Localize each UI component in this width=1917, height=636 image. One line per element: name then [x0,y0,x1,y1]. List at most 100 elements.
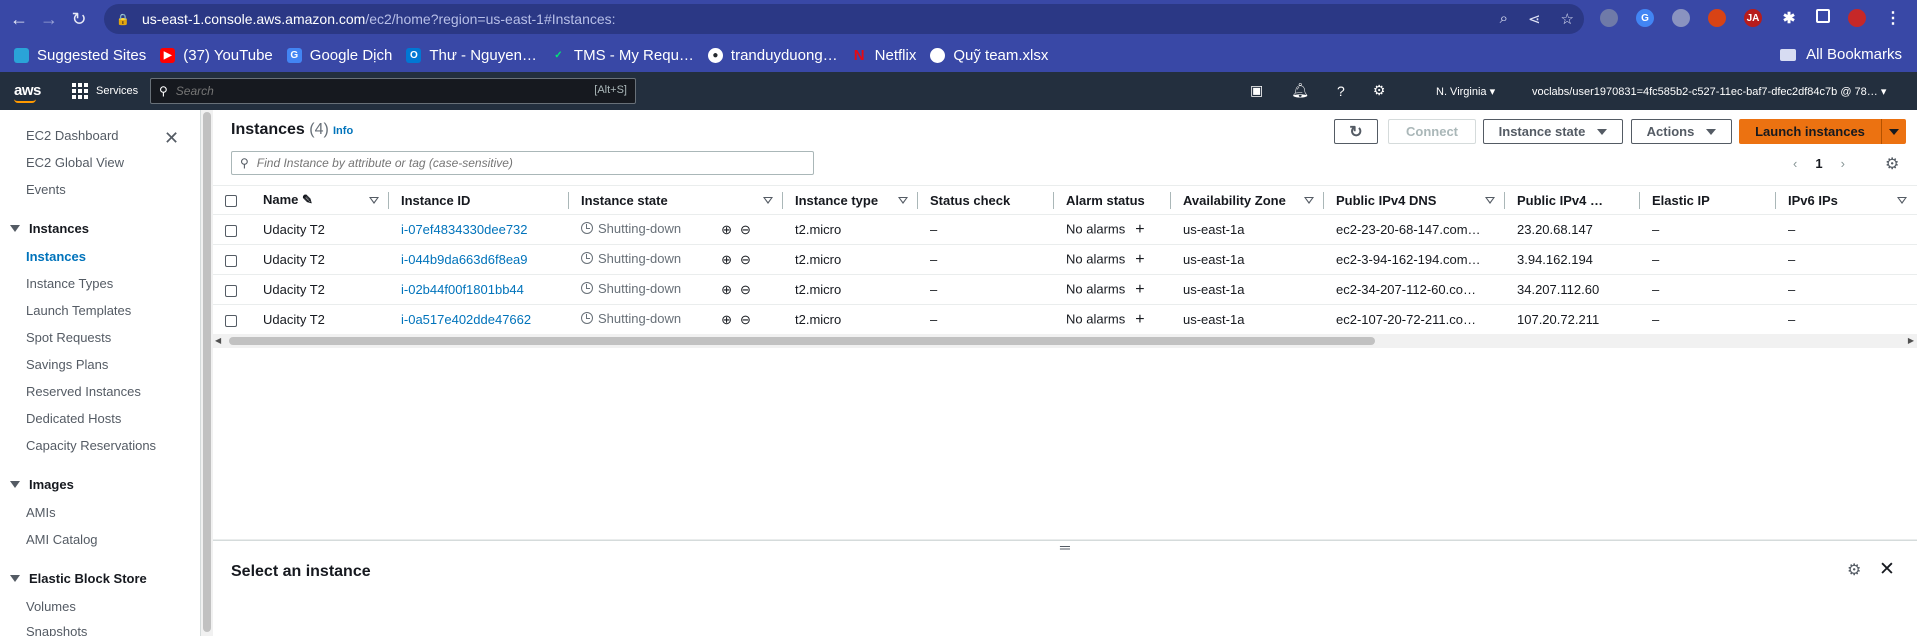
actions-button[interactable]: Actions [1631,119,1732,144]
scroll-right-icon[interactable]: ▶ [1908,336,1914,345]
global-search[interactable]: ⚲ [Alt+S] [150,78,636,104]
search-input[interactable] [175,84,556,98]
table-settings-icon[interactable]: ⚙ [1885,154,1899,174]
zoom-out-icon[interactable]: ⊖ [740,282,751,298]
sidebar-item-launch-templates[interactable]: Launch Templates [26,303,131,318]
services-menu[interactable]: Services [72,83,138,99]
sidebar-item-spot-requests[interactable]: Spot Requests [26,330,111,345]
bookmark-netflix[interactable]: N Netflix [852,47,917,64]
bookmark-github[interactable]: ● tranduyduong… [707,47,838,64]
sidebar-item-volumes[interactable]: Volumes [26,599,76,614]
sidebar-item-ami-catalog[interactable]: AMI Catalog [26,532,98,547]
share-icon[interactable]: ⋖ [1528,10,1541,28]
launch-instances-button[interactable]: Launch instances [1739,119,1881,144]
launch-dropdown-button[interactable] [1881,119,1906,144]
table-row[interactable]: Udacity T2 i-044b9da663d6f8ea9 Shutting-… [213,244,1917,275]
refresh-button[interactable]: ↻ [1334,119,1378,144]
lock-icon[interactable]: 🔒 [116,12,130,26]
add-alarm-icon[interactable]: + [1135,311,1144,329]
table-row[interactable]: Udacity T2 i-02b44f00f1801bb44 Shutting-… [213,274,1917,305]
address-bar[interactable]: 🔒 us-east-1.console.aws.amazon.com/ec2/h… [104,4,1584,34]
horizontal-scrollbar[interactable]: ◀ ▶ [213,334,1917,348]
column-header-instance-type[interactable]: Instance type [783,185,918,215]
column-header-public-ipv4[interactable]: Public IPv4 … [1505,185,1640,215]
edit-icon[interactable]: ✎ [302,192,313,207]
help-icon[interactable]: ? [1337,83,1345,99]
bookmark-quy-team[interactable]: Quỹ team.xlsx [930,47,1048,64]
bookmark-suggested-sites[interactable]: Suggested Sites [14,47,146,64]
table-row[interactable]: Udacity T2 i-0a517e402dde47662 Shutting-… [213,304,1917,335]
sidebar-item-savings-plans[interactable]: Savings Plans [26,357,108,372]
zoom-in-icon[interactable]: ⊕ [721,222,732,238]
sidebar-item-snapshots[interactable]: Snapshots [26,624,87,636]
menu-kebab-icon[interactable]: ⋮ [1884,9,1902,27]
star-icon[interactable]: ☆ [1561,10,1574,28]
shield-extension-icon[interactable] [1672,9,1690,27]
extension-icon[interactable]: JA [1744,9,1762,27]
all-bookmarks[interactable]: All Bookmarks [1780,46,1902,63]
connect-button[interactable]: Connect [1388,119,1476,144]
sidebar-item-events[interactable]: Events [26,182,66,197]
reload-icon[interactable]: ↻ [68,8,90,30]
zoom-out-icon[interactable]: ⊖ [740,252,751,268]
instance-id-link[interactable]: i-0a517e402dde47662 [389,304,569,335]
sort-icon[interactable] [1897,197,1907,204]
bell-icon[interactable]: 🔔︎ [1291,82,1309,99]
sidebar-item-instance-types[interactable]: Instance Types [26,276,113,291]
current-page[interactable]: 1 [1815,156,1822,171]
column-header-instance-state[interactable]: Instance state [569,185,783,215]
instance-id-link[interactable]: i-07ef4834330dee732 [389,214,569,245]
zoom-in-icon[interactable]: ⊕ [721,252,732,268]
sort-icon[interactable] [763,197,773,204]
gear-icon[interactable]: ⚙ [1847,560,1861,580]
add-alarm-icon[interactable]: + [1135,221,1144,239]
extension-icon[interactable] [1600,9,1618,27]
column-header-alarm-status[interactable]: Alarm status [1054,185,1171,215]
sidebar-section-images[interactable]: Images [10,477,74,492]
aws-logo[interactable]: aws [14,82,41,99]
instance-state-button[interactable]: Instance state [1483,119,1623,144]
translate-extension-icon[interactable]: G [1636,9,1654,27]
bookmark-tms[interactable]: ✓ TMS - My Requ… [551,47,694,64]
back-icon[interactable]: ← [8,8,30,30]
column-header-name[interactable]: Name ✎ [251,185,389,215]
instance-id-link[interactable]: i-02b44f00f1801bb44 [389,274,569,305]
sidepanel-icon[interactable] [1816,9,1830,23]
column-header-availability-zone[interactable]: Availability Zone [1171,185,1324,215]
sidebar-scrollbar[interactable] [200,110,213,636]
scrollbar-thumb[interactable] [229,337,1375,345]
column-header-instance-id[interactable]: Instance ID [389,185,569,215]
zoom-in-icon[interactable]: ⊕ [721,282,732,298]
forward-icon[interactable]: → [38,8,60,30]
sort-icon[interactable] [1304,197,1314,204]
bookmark-google-dich[interactable]: G Google Dịch [286,47,392,64]
select-all-checkbox[interactable] [225,195,237,208]
column-header-status-check[interactable]: Status check [918,185,1054,215]
close-icon[interactable]: ✕ [1879,558,1895,581]
add-alarm-icon[interactable]: + [1135,281,1144,299]
sidebar-section-ebs[interactable]: Elastic Block Store [10,571,147,586]
sidebar-item-ec2-global-view[interactable]: EC2 Global View [26,155,124,170]
bookmark-thu-nguyen[interactable]: O Thư - Nguyen… [406,47,537,64]
url-text[interactable]: us-east-1.console.aws.amazon.com/ec2/hom… [142,11,616,27]
zoom-icon[interactable]: ⌕ [1500,10,1508,28]
scrollbar-thumb[interactable] [203,112,211,632]
row-checkbox[interactable] [225,314,237,327]
zoom-out-icon[interactable]: ⊖ [740,222,751,238]
info-link[interactable]: Info [333,125,353,137]
instance-id-link[interactable]: i-044b9da663d6f8ea9 [389,244,569,275]
filter-input[interactable] [256,156,797,170]
region-selector[interactable]: N. Virginia ▾ [1436,85,1495,98]
sidebar-item-reserved-instances[interactable]: Reserved Instances [26,384,141,399]
sidebar-item-instances[interactable]: Instances [26,249,86,264]
bookmark-youtube[interactable]: ▶ (37) YouTube [160,47,273,64]
row-checkbox[interactable] [225,224,237,237]
sort-icon[interactable] [369,197,379,204]
sort-icon[interactable] [1485,197,1495,204]
column-header-elastic-ip[interactable]: Elastic IP [1640,185,1776,215]
sidebar-item-amis[interactable]: AMIs [26,505,56,520]
cloudshell-icon[interactable]: ▣ [1250,82,1263,99]
account-menu[interactable]: voclabs/user1970831=4fc585b2-c527-11ec-b… [1532,85,1886,98]
sidebar-item-ec2-dashboard[interactable]: EC2 Dashboard [26,128,119,143]
column-header-public-dns[interactable]: Public IPv4 DNS [1324,185,1505,215]
